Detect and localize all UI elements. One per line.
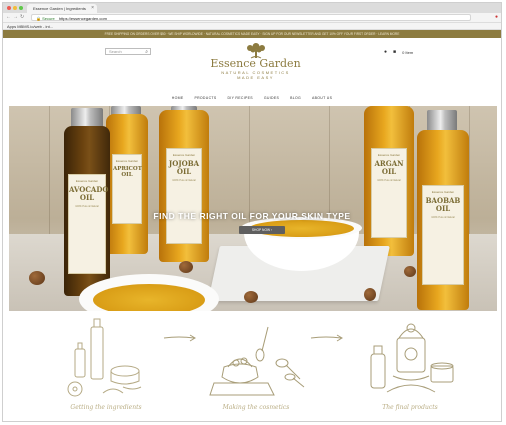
reload-icon[interactable]: ↻	[20, 14, 26, 20]
menu-item-home[interactable]: HOME	[172, 96, 184, 100]
menu-item-guides[interactable]: GUIDES	[264, 96, 279, 100]
nut	[29, 271, 45, 285]
menu-item-products[interactable]: PRODUCTS	[194, 96, 216, 100]
label-product-name: JOJOBA OIL	[168, 159, 200, 176]
label-small-text: 100% Pure & Natural	[377, 179, 401, 182]
hero-banner[interactable]: Essence Garden APRICOT OIL Essence Garde…	[9, 106, 497, 311]
label-brand: Essence Garden	[75, 179, 99, 183]
tab-title: Essence Garden | Ingredients	[33, 6, 86, 11]
account-area[interactable]: ● ■ 0 Item	[384, 49, 413, 55]
tab-close-icon[interactable]: ×	[91, 4, 94, 13]
menu-item-diy-recipes[interactable]: DIY RECIPES	[227, 96, 252, 100]
minimize-window-icon[interactable]	[13, 6, 17, 10]
nut	[179, 261, 193, 273]
browser-tab-bar: Essence Garden | Ingredients ×	[3, 3, 501, 13]
step-caption-ingredients: Getting the ingredients	[70, 404, 142, 411]
nut	[404, 266, 416, 277]
bottle-label: Essence Garden AVOCADO OIL 100% Pure & N…	[68, 174, 109, 274]
right-arrow-icon	[163, 334, 196, 342]
bottle-label: Essence Garden ARGAN OIL 100% Pure & Nat…	[371, 148, 407, 238]
bottle-label: Essence Garden JOJOBA OIL 100% Pure & Na…	[166, 148, 202, 244]
label-small-text: 100% Pure & Natural	[75, 205, 99, 208]
logo-name: Essence Garden	[210, 57, 301, 70]
bottle-argan-oil: Essence Garden ARGAN OIL 100% Pure & Nat…	[364, 106, 414, 256]
back-icon[interactable]: ←	[6, 14, 13, 20]
window-controls[interactable]	[7, 6, 23, 10]
site-logo[interactable]: Essence Garden NATURAL COSMETICS MADE EA…	[198, 43, 313, 93]
cart-count: 0 Item	[402, 49, 414, 55]
menu-item-about-us[interactable]: ABOUT US	[312, 96, 332, 100]
bottle-label: Essence Garden BAOBAB OIL 100% Pure & Na…	[422, 185, 464, 285]
front-bowl-oil	[93, 284, 205, 311]
bottle-apricot-oil: Essence Garden APRICOT OIL	[106, 114, 148, 254]
label-product-name: APRICOT OIL	[113, 166, 142, 178]
bookmarks-bar[interactable]: Apps MBMS.io/web - int...	[3, 23, 501, 30]
forward-icon[interactable]: →	[13, 14, 20, 20]
close-window-icon[interactable]	[7, 6, 11, 10]
browser-window: Essence Garden | Ingredients × ←→↻ 🔒 Sec…	[2, 2, 502, 422]
label-brand: Essence Garden	[172, 153, 196, 157]
label-product-name: AVOCADO OIL	[69, 185, 109, 202]
hero-title: FIND THE RIGHT OIL FOR YOUR SKIN TYPE	[153, 211, 351, 221]
bottle-jojoba-oil: Essence Garden JOJOBA OIL 100% Pure & Na…	[159, 110, 209, 262]
making-illustration-icon	[209, 326, 305, 396]
maximize-window-icon[interactable]	[19, 6, 23, 10]
nut	[244, 291, 258, 303]
url-text: https://essencegarden.com	[58, 16, 107, 21]
label-brand: Essence Garden	[115, 159, 139, 163]
cart-icon[interactable]: ■	[393, 49, 396, 55]
search-placeholder: Search	[109, 49, 122, 54]
shop-now-label: SHOP NOW	[251, 228, 271, 232]
nut	[364, 288, 376, 301]
lock-icon: 🔒	[36, 16, 41, 21]
announcement-bar: FREE SHIPPING ON ORDERS OVER $50 · WE SH…	[3, 30, 501, 38]
menu-item-blog[interactable]: BLOG	[290, 96, 301, 100]
user-icon[interactable]: ●	[384, 49, 387, 55]
label-brand: Essence Garden	[431, 190, 455, 194]
extension-icon[interactable]: ●	[495, 14, 498, 20]
shop-now-button[interactable]: SHOP NOW ›	[239, 226, 285, 234]
logo-tagline-2: MADE EASY	[237, 75, 274, 80]
address-bar-row: ←→↻ 🔒 Secure https://essencegarden.com ●	[3, 13, 501, 23]
url-secure-label: Secure	[42, 16, 55, 21]
label-small-text: 100% Pure & Natural	[172, 179, 196, 182]
step-caption-making: Making the cosmetics	[222, 404, 290, 411]
label-product-name: ARGAN OIL	[374, 159, 404, 176]
ingredients-illustration-icon	[67, 318, 142, 397]
browser-tab[interactable]: Essence Garden | Ingredients ×	[27, 4, 97, 13]
search-icon[interactable]: ⌕	[145, 49, 148, 55]
url-field[interactable]: 🔒 Secure https://essencegarden.com	[31, 14, 471, 21]
main-menu: HOME PRODUCTS DIY RECIPES GUIDES BLOG AB…	[3, 96, 501, 100]
search-input[interactable]: Search ⌕	[105, 48, 151, 55]
label-brand: Essence Garden	[377, 153, 401, 157]
nav-buttons[interactable]: ←→↻	[6, 14, 26, 20]
right-arrow-icon	[310, 334, 343, 342]
final-products-illustration-icon	[370, 323, 454, 393]
step-caption-final: The final products	[382, 404, 438, 411]
